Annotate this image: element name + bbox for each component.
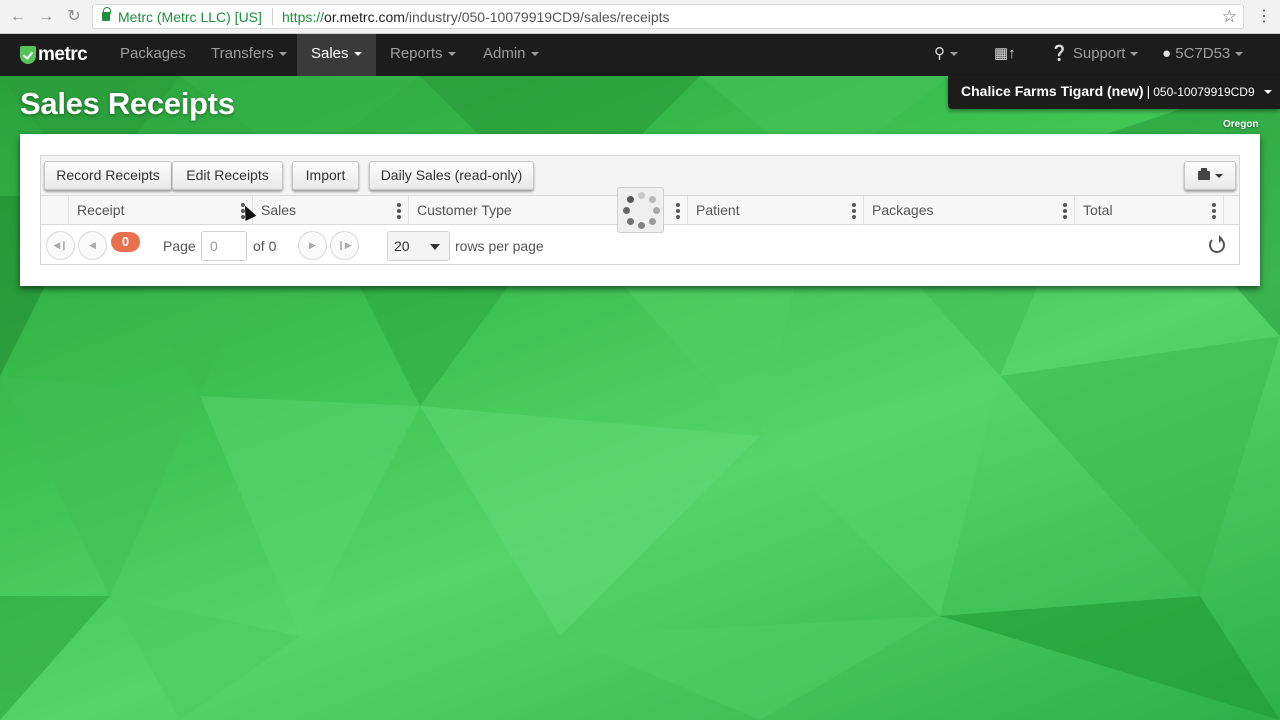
rows-per-page-label: rows per page (455, 238, 544, 254)
leaf-logo-icon (20, 46, 36, 64)
browser-menu-icon[interactable]: ⋮ (1256, 7, 1272, 27)
nav-transfers[interactable]: Transfers (197, 34, 301, 76)
app-navbar: metrc Packages Transfers Sales Reports A… (0, 34, 1280, 76)
column-receipt[interactable]: Receipt (69, 196, 253, 225)
search-menu[interactable]: ⚲ (920, 34, 972, 76)
previous-page-icon[interactable]: ◀ (78, 231, 107, 260)
column-patient[interactable]: Patient (688, 196, 864, 225)
chevron-down-icon (1214, 174, 1223, 179)
forward-icon[interactable]: → (36, 7, 56, 27)
print-icon (1197, 167, 1210, 180)
column-menu-icon[interactable] (1062, 202, 1068, 219)
rows-per-page-select[interactable]: 20 (387, 231, 450, 261)
reload-icon[interactable]: ↻ (64, 7, 84, 27)
column-packages[interactable]: Packages (864, 196, 1075, 225)
browser-chrome: ← → ↻ Metrc (Metrc LLC) [US] https://or.… (0, 0, 1280, 34)
nav-sales[interactable]: Sales (297, 34, 376, 76)
url-divider (272, 8, 273, 25)
first-page-icon[interactable]: ◀❙ (46, 231, 75, 260)
nav-packages[interactable]: Packages (106, 34, 200, 76)
daily-sales-button[interactable]: Daily Sales (read-only) (369, 161, 534, 190)
chevron-down-icon (530, 52, 539, 57)
grid-pager: ◀❙ ◀ 0 Page of 0 ▶ ❙▶ 20 rows per page (41, 226, 1239, 265)
chevron-down-icon (1235, 52, 1244, 57)
chevron-down-icon (447, 52, 456, 57)
facility-selector[interactable]: Chalice Farms Tigard (new) | 050-10079919C… (948, 76, 1280, 109)
file-upload-button[interactable]: ▦↑ (980, 34, 1030, 76)
column-menu-icon[interactable] (1211, 202, 1217, 219)
record-count-badge: 0 (111, 232, 140, 252)
edit-receipts-button[interactable]: Edit Receipts (172, 161, 283, 190)
search-icon: ⚲ (934, 45, 945, 62)
page-label: Page (163, 238, 196, 254)
bookmark-star-icon[interactable]: ☆ (1222, 7, 1237, 27)
back-icon[interactable]: ← (8, 7, 28, 27)
address-bar[interactable]: Metrc (Metrc LLC) [US] https://or.metrc.… (92, 4, 1244, 29)
chevron-down-icon (950, 52, 958, 57)
user-icon: ● (1162, 45, 1172, 62)
state-label: Oregon (1223, 119, 1259, 130)
support-menu[interactable]: ❔ Support (1036, 34, 1152, 76)
facility-license: 050-10079919CD9 (1153, 85, 1255, 99)
facility-name: Chalice Farms Tigard (new) (961, 83, 1144, 99)
select-column (41, 196, 69, 225)
column-menu-icon[interactable] (851, 202, 857, 219)
column-sales[interactable]: Sales (253, 196, 409, 225)
lock-icon (102, 7, 111, 21)
receipts-grid: Record Receipts Edit Receipts Import Dai… (40, 155, 1240, 265)
print-button[interactable] (1184, 161, 1236, 190)
record-receipts-button[interactable]: Record Receipts (44, 161, 172, 190)
receipts-panel: Record Receipts Edit Receipts Import Dai… (20, 134, 1260, 286)
chevron-down-icon (278, 52, 287, 57)
nav-admin[interactable]: Admin (469, 34, 553, 76)
user-menu[interactable]: ● 5C7D53 (1148, 34, 1257, 76)
page-total-label: of 0 (253, 238, 277, 254)
chevron-down-icon (353, 52, 362, 57)
refresh-icon[interactable] (1209, 235, 1225, 253)
nav-reports[interactable]: Reports (376, 34, 470, 76)
column-menu-icon[interactable] (396, 202, 402, 219)
chevron-down-icon (1263, 90, 1272, 95)
page-number-input[interactable] (201, 231, 247, 261)
url-text[interactable]: https://or.metrc.com/industry/050-100799… (282, 9, 670, 25)
column-menu-icon[interactable] (675, 202, 681, 219)
next-page-icon[interactable]: ▶ (298, 231, 327, 260)
file-upload-icon: ▦↑ (994, 45, 1016, 62)
import-button[interactable]: Import (292, 161, 359, 190)
chevron-down-icon (1130, 52, 1139, 57)
page-title: Sales Receipts (20, 86, 235, 121)
last-page-icon[interactable]: ❙▶ (330, 231, 359, 260)
question-circle-icon: ❔ (1050, 45, 1069, 62)
column-total[interactable]: Total (1075, 196, 1224, 225)
metrc-logo[interactable]: metrc (20, 44, 88, 66)
chevron-down-icon (430, 244, 440, 250)
site-identity: Metrc (Metrc LLC) [US] (118, 9, 262, 25)
